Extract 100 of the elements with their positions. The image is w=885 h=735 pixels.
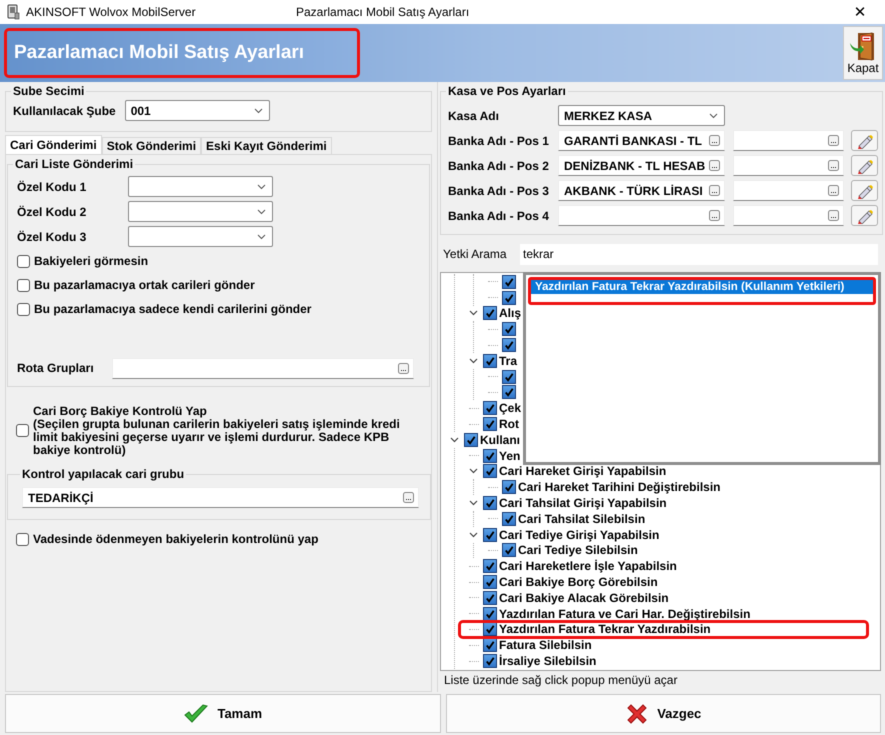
ellipsis-button[interactable] [828,160,839,171]
tree-item[interactable]: Cari Tediye Girişi Yapabilsin [499,528,660,542]
text-field[interactable] [733,130,844,151]
checkbox[interactable] [483,622,497,636]
page-title: Pazarlamacı Mobil Satış Ayarları [4,28,360,78]
text-field[interactable]: TEDARİKÇİ [22,487,419,508]
tree-item[interactable]: Cari Hareketlere İşle Yapabilsin [499,559,677,574]
collapse-chevron-icon[interactable] [468,500,478,506]
edit-button[interactable] [851,180,878,201]
checkbox[interactable] [502,512,516,526]
tree-item[interactable]: Cari Tediye Silebilsin [518,543,638,558]
tree-item[interactable]: Cari Hareket Tarihini Değiştirebilsin [518,480,721,494]
checkbox[interactable] [16,532,29,546]
edit-button[interactable] [851,205,878,226]
ellipsis-button[interactable] [709,185,720,196]
text-field[interactable]: DENİZBANK - TL HESAB [558,155,725,176]
edit-button[interactable] [851,130,878,151]
checkbox[interactable] [17,254,30,268]
tree-item[interactable]: Fatura Silebilsin [499,638,592,652]
window-title: AKINSOFT Wolvox MobilServer [26,5,197,19]
text-field[interactable] [112,358,414,378]
checkbox[interactable] [483,448,497,463]
ellipsis-button[interactable] [828,210,839,221]
checkbox[interactable] [17,278,30,292]
tree-item[interactable]: Yazdırılan Fatura ve Cari Har. Değiştirebilsin [499,606,750,621]
dropdown[interactable] [128,226,273,247]
tree-item[interactable]: Cari Bakiye Borç Görebilsin [499,575,658,590]
exit-button[interactable]: Kapat [843,26,883,80]
edit-button[interactable] [851,155,878,176]
checkbox[interactable] [483,575,497,590]
checkbox[interactable] [483,417,497,432]
tree-item[interactable]: Alış [499,306,522,320]
checkbox[interactable] [483,606,497,621]
group-title: Cari Liste Gönderimi [14,157,134,171]
search-result[interactable]: Yazdırılan Fatura Tekrar Yazdırabilsin (Kullanım Yetkileri) [528,277,876,305]
text-field[interactable] [733,205,844,226]
tree-item[interactable]: Cari Bakiye Alacak Görebilsin [499,590,669,605]
checkbox[interactable] [483,496,497,510]
text-field[interactable] [733,180,844,201]
ellipsis-button[interactable] [709,135,720,146]
tree-item[interactable]: Yen [499,448,520,463]
text-field[interactable]: AKBANK - TÜRK LİRASI [558,180,725,201]
checkbox[interactable] [483,306,497,320]
tree-item[interactable]: Yazdırılan Fatura Tekrar Yazdırabilsin [499,622,711,636]
checkbox[interactable] [502,543,516,558]
checkbox[interactable] [17,302,30,316]
checkbox[interactable] [483,559,497,574]
collapse-chevron-icon[interactable] [468,310,478,316]
checkbox[interactable] [483,590,497,605]
checkbox[interactable] [502,480,516,494]
ellipsis-button[interactable] [709,210,720,221]
checkbox[interactable] [502,274,516,289]
tree-item[interactable]: Cari Tahsilat Silebilsin [518,512,646,526]
tree-item[interactable]: Tra [499,354,518,368]
checkbox[interactable] [502,322,516,336]
tree-item[interactable]: Kullanı [480,432,520,447]
field-label: Banka Adı - Pos 3 [448,184,550,198]
cancel-button[interactable]: Vazgec [446,694,881,733]
checkbox[interactable] [483,464,497,478]
checkbox[interactable] [502,290,516,305]
dropdown[interactable]: 001 [124,100,270,121]
dropdown[interactable]: MERKEZ KASA [558,105,725,126]
ellipsis-button[interactable] [398,362,409,374]
checkbox[interactable] [483,354,497,368]
ellipsis-button[interactable] [709,160,720,171]
ellipsis-button[interactable] [828,185,839,196]
checkbox[interactable] [16,424,29,436]
collapse-chevron-icon[interactable] [450,436,458,443]
text-field[interactable]: GARANTİ BANKASI - TL [558,130,725,151]
text-field[interactable] [558,205,725,226]
tab[interactable]: Stok Gönderimi [102,137,202,154]
collapse-chevron-icon[interactable] [468,532,478,538]
ellipsis-button[interactable] [828,135,839,146]
checkbox[interactable] [502,385,516,400]
ellipsis-button[interactable] [403,492,414,503]
tab[interactable]: Cari Gönderimi [5,135,102,154]
tree-item[interactable]: Rot [499,417,519,432]
chevron-down-icon [257,184,266,190]
exit-door-icon [849,31,877,61]
checkbox[interactable] [483,638,497,652]
cross-icon [625,702,650,726]
dropdown[interactable] [128,201,273,222]
text-field[interactable] [733,155,844,176]
tree-item[interactable]: Çek [499,401,522,416]
checkbox[interactable] [502,370,516,384]
field-label: Banka Adı - Pos 2 [448,158,550,172]
collapse-chevron-icon[interactable] [468,468,478,474]
checkbox[interactable] [483,401,497,416]
checkbox[interactable] [464,432,478,447]
collapse-chevron-icon[interactable] [468,358,478,364]
checkbox[interactable] [483,528,497,542]
dropdown[interactable] [128,176,273,197]
tree-item[interactable]: Cari Hareket Girişi Yapabilsin [499,464,666,478]
ok-button[interactable]: Tamam [5,694,440,733]
tree-item[interactable]: Cari Tahsilat Girişi Yapabilsin [499,496,667,510]
checkbox[interactable] [483,654,497,668]
tab[interactable]: Eski Kayıt Gönderimi [201,137,332,154]
tree-item[interactable]: İrsaliye Silebilsin [499,654,596,668]
checkbox[interactable] [502,338,516,352]
search-field[interactable]: tekrar [520,244,878,264]
